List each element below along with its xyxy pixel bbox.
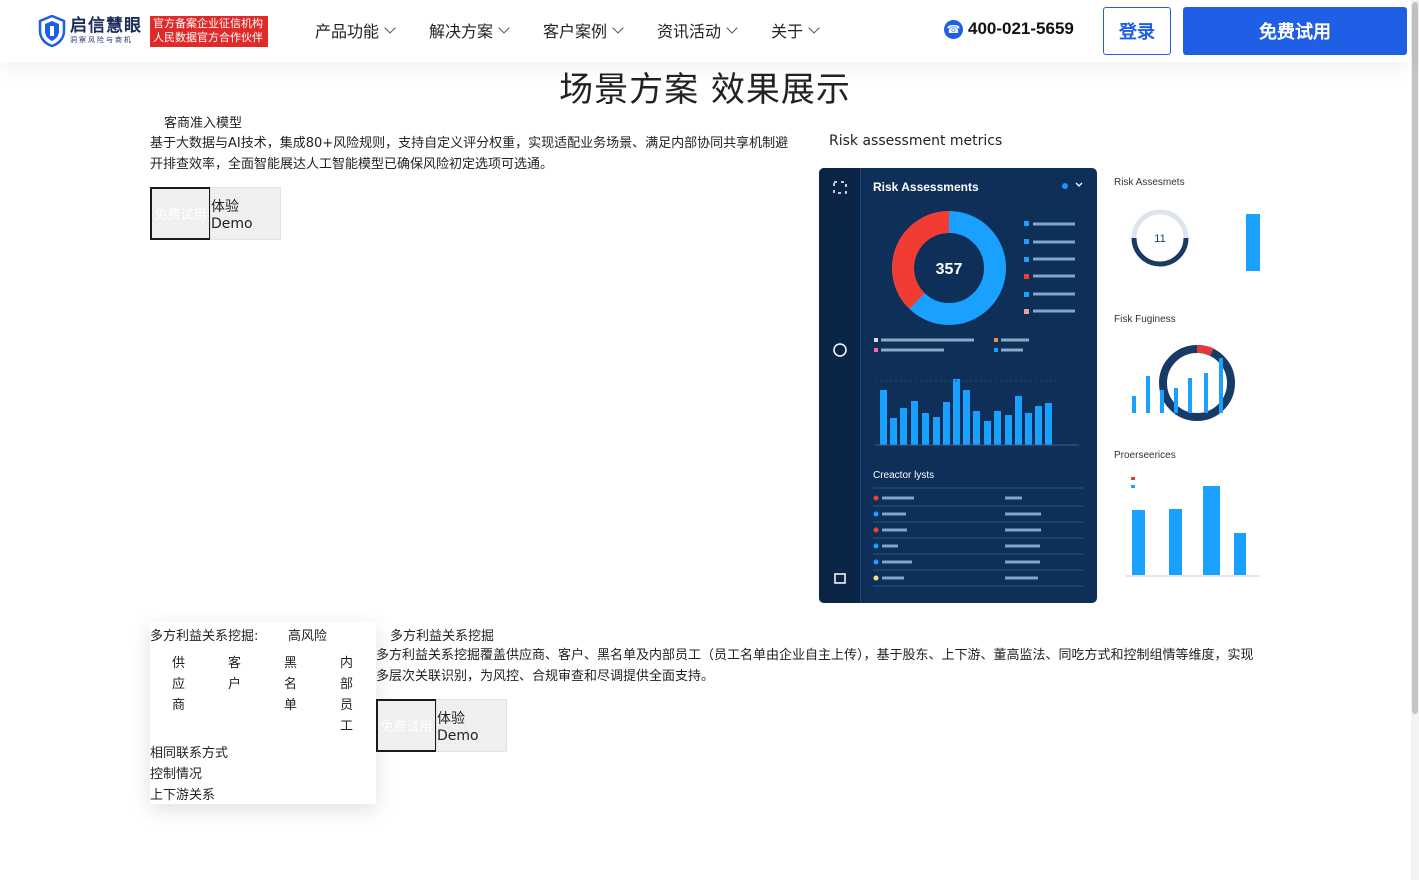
nav-label: 资讯活动 [657,22,722,41]
nav-item-cases[interactable]: 客户案例 [543,18,624,42]
block2-description: 多方利益关系挖掘覆盖供应商、客户、黑名单及内部员工（员工名单由企业自主上传），基… [376,648,1254,684]
entity-employee: 内部员工 [340,656,354,734]
scrollbar[interactable] [1411,0,1419,880]
login-button[interactable]: 登录 [1103,7,1171,55]
relation-control: 控制情况 [150,767,203,782]
block2-demo-button[interactable]: 体验Demo [436,699,507,752]
block1-description: 基于大数据与AI技术，集成80+风险规则，支持自定义评分权重，实现适配业务场景、… [150,136,789,172]
relation-same-contact: 相同联系方式 [150,746,229,761]
risk-dashboard-image: Risk Assessments 357 Creactor lysts [819,168,1097,603]
chevron-down-icon [726,22,738,34]
badge-line-2: 人民数据官方合作伙伴 [153,30,263,44]
side-title-1: Risk Assesmets [1114,177,1185,188]
dashboard-center-value: 357 [936,261,963,278]
phone-number: 400-021-5659 [968,19,1074,38]
scrollbar-thumb[interactable] [1412,2,1418,714]
certification-badge: 官方备案企业征信机构 人民数据官方合作伙伴 [150,15,268,47]
block2-trial-button[interactable]: 免费试用 [376,699,437,752]
chevron-down-icon [612,22,624,34]
nav-item-products[interactable]: 产品功能 [315,18,396,42]
logo-slogan: 洞察风险与商机 [70,36,133,44]
nav-item-news[interactable]: 资讯活动 [657,18,738,42]
chevron-down-icon [808,22,820,34]
side-title-3: Proerseerices [1114,450,1176,461]
nav-label: 解决方案 [429,22,494,41]
side-title-2: Fisk Fuginess [1114,314,1176,325]
side-panel-graphics: 11 [1126,209,1260,577]
side-gauge-value: 11 [1154,233,1165,245]
entity-supplier: 供应商 [172,656,186,713]
badge-line-1: 官方备案企业征信机构 [153,16,263,30]
site-header: 启信慧眼 洞察风险与商机 官方备案企业征信机构 人民数据官方合作伙伴 产品功能 … [0,0,1410,62]
nav-item-about[interactable]: 关于 [771,18,820,42]
nav-label: 关于 [771,22,804,41]
section-title: 场景方案 效果展示 [559,70,851,110]
nav-label: 客户案例 [543,22,608,41]
phone-icon: ☎ [944,19,963,39]
popover-heading: 多方利益关系挖掘: [150,629,259,644]
shield-logo-icon [38,15,66,47]
logo[interactable]: 启信慧眼 洞察风险与商机 官方备案企业征信机构 人民数据官方合作伙伴 [38,14,268,48]
main-nav: 产品功能 解决方案 客户案例 资讯活动 关于 [315,18,853,42]
nav-item-solutions[interactable]: 解决方案 [429,18,510,42]
chevron-down-icon [498,22,510,34]
relation-supply-chain: 上下游关系 [150,788,216,803]
chevron-down-icon [384,22,396,34]
block1-demo-button[interactable]: 体验Demo [210,187,281,240]
entity-customer: 客户 [228,656,242,692]
dashboard-section-title: Creactor lysts [873,470,935,481]
free-trial-button[interactable]: 免费试用 [1183,7,1407,55]
entity-blacklist: 黑名单 [284,656,298,713]
block1-trial-button[interactable]: 免费试用 [150,187,211,240]
block1-subtitle: 客商准入模型 [164,116,243,131]
dashboard-side-panel: Risk Assesmets Fisk Fuginess Proerseeric… [1108,168,1268,603]
risk-level-label: 高风险 [288,629,328,644]
nav-label: 产品功能 [315,22,380,41]
hotline[interactable]: ☎ 400-021-5659 [944,19,1074,39]
relationship-popover: 多方利益关系挖掘: 高风险 供应商 客户 黑名单 内部员工 相同联系方式 控制情… [150,622,376,804]
block2-title: 多方利益关系挖掘 [390,629,495,644]
dashboard-graphics: 357 [873,182,1084,587]
logo-name: 启信慧眼 [70,16,142,36]
dashboard-caption: Risk assessment metrics [829,133,1003,149]
